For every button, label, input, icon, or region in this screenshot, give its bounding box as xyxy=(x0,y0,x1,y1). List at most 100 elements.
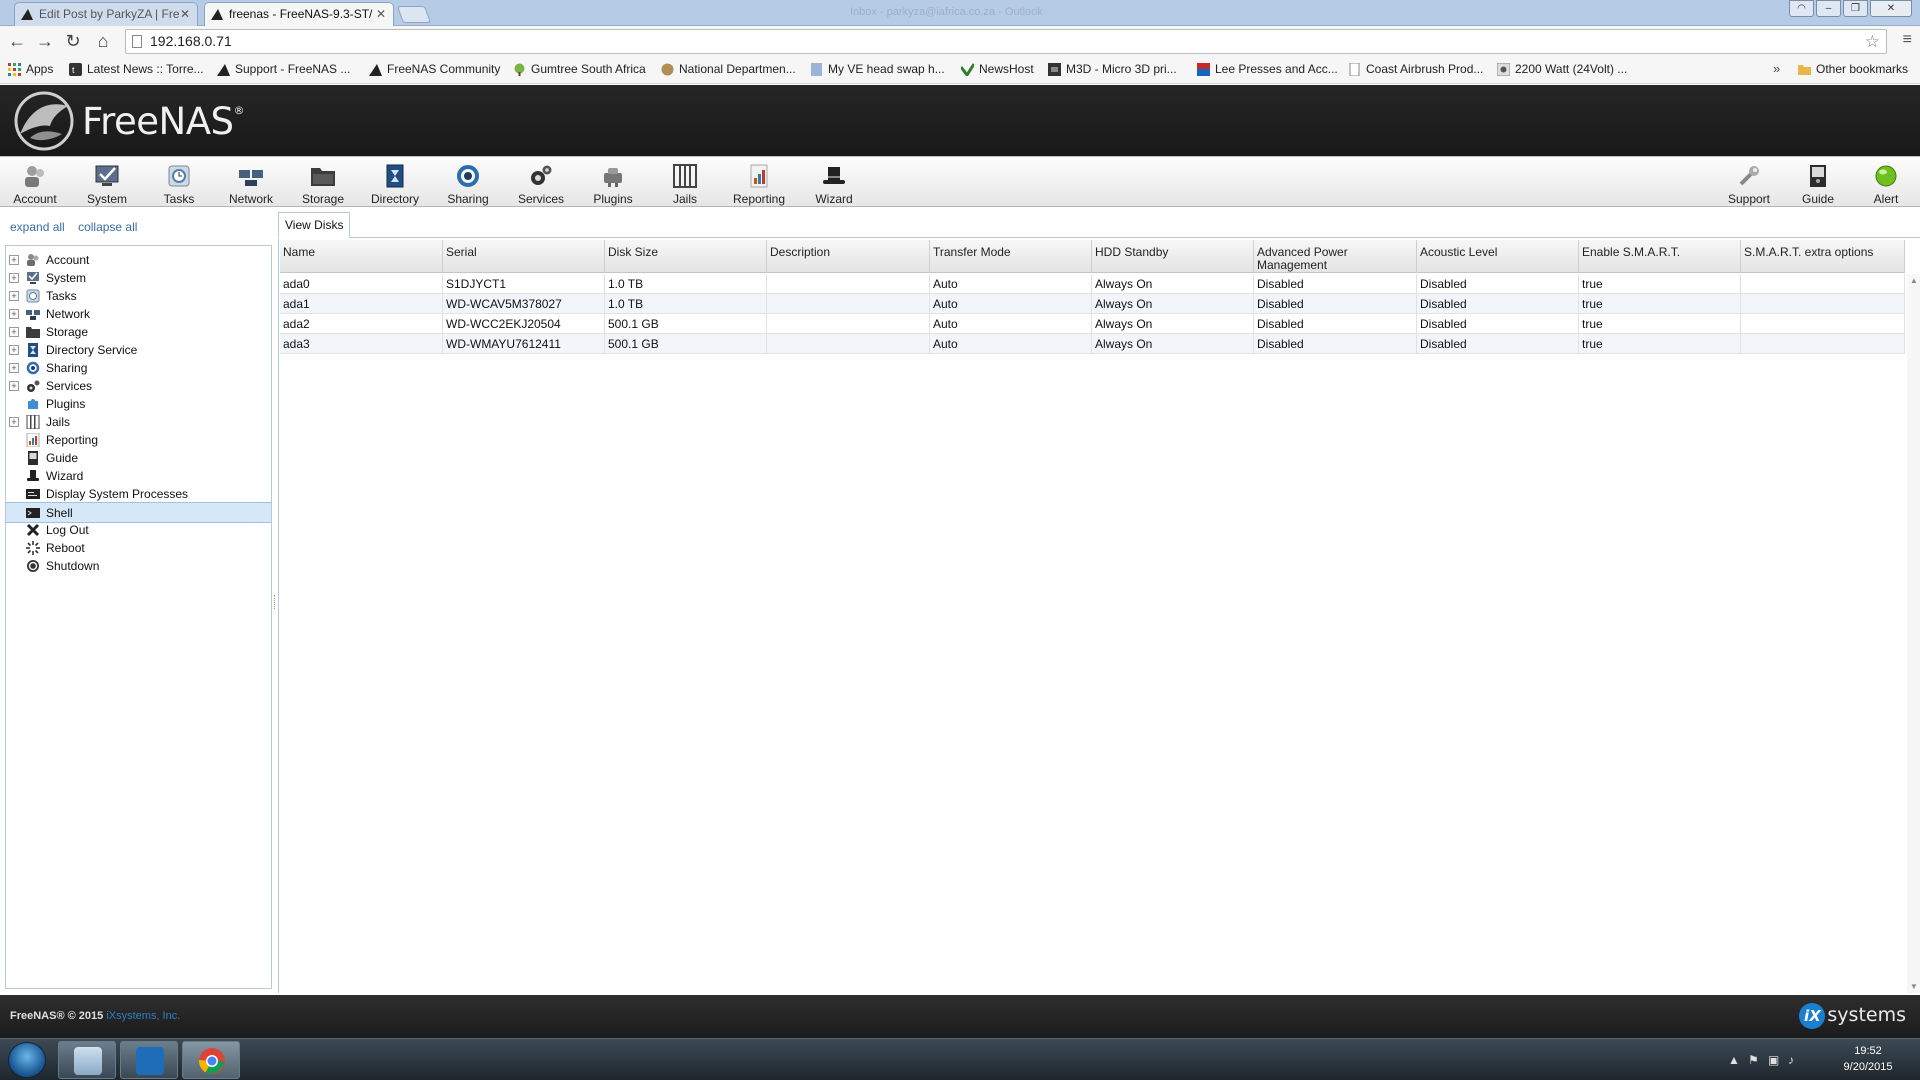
ixsystems-logo[interactable]: iX systems xyxy=(1799,1003,1906,1029)
plugins-puzzle-icon xyxy=(28,399,38,409)
table-row[interactable]: ada0 S1DJYCT1 1.0 TB Auto Always On Disa… xyxy=(280,274,1905,294)
reload-icon[interactable]: ↻ xyxy=(62,31,84,53)
tray-expand-arrow-icon[interactable]: ▲ xyxy=(1728,1053,1740,1067)
bookmark-star-icon[interactable]: ☆ xyxy=(1865,30,1880,53)
bookmark-apps[interactable]: Apps xyxy=(8,62,53,77)
expand-plus-icon[interactable]: + xyxy=(9,291,19,301)
column-header-hdd-standby[interactable]: HDD Standby xyxy=(1092,240,1254,273)
expand-plus-icon[interactable]: + xyxy=(9,417,19,427)
close-icon[interactable]: ✕ xyxy=(180,3,190,25)
bookmark-coast-airbrush[interactable]: Coast Airbrush Prod... xyxy=(1348,62,1483,77)
column-header-advanced-power-management[interactable]: Advanced Power Management xyxy=(1254,240,1417,273)
expand-plus-icon[interactable]: + xyxy=(9,309,19,319)
menu-alert[interactable]: Alert xyxy=(1851,164,1920,206)
menu-support[interactable]: Support xyxy=(1714,164,1784,206)
column-header-disk-size[interactable]: Disk Size xyxy=(605,240,767,273)
menu-label: Wizard xyxy=(815,192,853,206)
forward-arrow-icon[interactable]: → xyxy=(34,31,56,53)
bookmark-label: Lee Presses and Acc... xyxy=(1215,62,1338,76)
column-header-acoustic-level[interactable]: Acoustic Level xyxy=(1417,240,1579,273)
column-header-smart-extra-options[interactable]: S.M.A.R.T. extra options xyxy=(1741,240,1905,273)
panel-splitter-handle[interactable] xyxy=(274,595,276,609)
menu-label: System xyxy=(86,192,127,206)
menu-reporting[interactable]: Reporting xyxy=(724,164,794,206)
column-header-enable-smart[interactable]: Enable S.M.A.R.T. xyxy=(1579,240,1741,273)
scroll-up-arrow-icon[interactable]: ▲ xyxy=(1910,276,1918,285)
new-tab-button[interactable] xyxy=(396,6,432,23)
browser-tab-freenas[interactable]: freenas - FreeNAS-9.3-ST/ ✕ xyxy=(204,2,394,26)
windows-taskbar: ▲ ⚑ ▣ ♪ 19:52 9/20/2015 xyxy=(0,1038,1920,1080)
address-bar[interactable]: 192.168.0.71 ☆ xyxy=(125,29,1887,54)
cell-hdd-standby: Always On xyxy=(1092,294,1254,314)
close-icon[interactable]: ✕ xyxy=(376,3,386,25)
menu-storage[interactable]: Storage xyxy=(288,164,358,206)
volume-icon[interactable]: ♪ xyxy=(1788,1053,1794,1067)
windows-start-icon[interactable] xyxy=(8,1042,46,1078)
expand-plus-icon[interactable]: + xyxy=(9,327,19,337)
table-scrollbar[interactable]: ▲ ▼ xyxy=(1907,274,1920,993)
menu-sharing[interactable]: Sharing xyxy=(433,164,503,206)
table-row[interactable]: ada1 WD-WCAV5M378027 1.0 TB Auto Always … xyxy=(280,294,1905,314)
bookmark-lee-presses[interactable]: Lee Presses and Acc... xyxy=(1197,62,1338,77)
bookmark-national-department[interactable]: National Departmen... xyxy=(661,62,796,77)
restore-icon[interactable]: ❐ xyxy=(1843,0,1868,17)
menu-account[interactable]: Account xyxy=(0,164,70,206)
menu-network[interactable]: Network xyxy=(216,164,286,206)
taskbar-app-chrome[interactable] xyxy=(182,1041,240,1079)
gumtree-icon xyxy=(514,63,525,76)
bookmark-newshost[interactable]: NewsHost xyxy=(961,62,1034,77)
account-icon xyxy=(27,254,39,266)
minimize-icon[interactable]: – xyxy=(1816,0,1841,17)
bookmark-gumtree[interactable]: Gumtree South Africa xyxy=(513,62,646,77)
expand-plus-icon[interactable]: + xyxy=(9,345,19,355)
bookmark-m3d[interactable]: M3D - Micro 3D pri... xyxy=(1048,62,1177,77)
bookmark-2200-watt[interactable]: 2200 Watt (24Volt) ... xyxy=(1497,62,1627,77)
directory-icon xyxy=(28,343,38,357)
expand-plus-icon[interactable]: + xyxy=(9,381,19,391)
back-arrow-icon[interactable]: ← xyxy=(6,31,28,53)
taskbar-app-weather[interactable] xyxy=(58,1041,116,1079)
bookmark-freenas-support[interactable]: Support - FreeNAS ... xyxy=(217,62,350,77)
bookmark-ve-head-swap[interactable]: My VE head swap h... xyxy=(810,62,945,77)
chrome-menu-icon[interactable]: ≡ xyxy=(1903,31,1912,49)
profile-icon[interactable]: ◠ xyxy=(1789,0,1814,17)
bookmark-freenas-community[interactable]: FreeNAS Community xyxy=(369,62,500,77)
wizard-hat-icon xyxy=(823,167,845,184)
url-text[interactable]: 192.168.0.71 xyxy=(150,30,232,53)
scroll-down-arrow-icon[interactable]: ▼ xyxy=(1910,982,1918,991)
bookmarks-overflow-button[interactable]: » xyxy=(1773,61,1780,76)
menu-label: Support xyxy=(1727,192,1771,206)
expand-all-link[interactable]: expand all xyxy=(10,220,65,234)
menu-system[interactable]: System xyxy=(72,164,142,206)
menu-services[interactable]: Services xyxy=(506,164,576,206)
tab-view-disks[interactable]: View Disks xyxy=(278,212,351,238)
collapse-all-link[interactable]: collapse all xyxy=(78,220,137,234)
menu-guide[interactable]: Guide xyxy=(1783,164,1853,206)
bookmark-torrent-news[interactable]: t Latest News :: Torre... xyxy=(69,62,204,77)
column-header-description[interactable]: Description xyxy=(767,240,930,273)
column-header-serial[interactable]: Serial xyxy=(443,240,605,273)
menu-wizard[interactable]: Wizard xyxy=(799,164,869,206)
network-tray-icon[interactable]: ▣ xyxy=(1768,1053,1779,1067)
column-header-transfer-mode[interactable]: Transfer Mode xyxy=(930,240,1092,273)
bookmark-other-bookmarks[interactable]: Other bookmarks xyxy=(1798,62,1908,77)
column-header-name[interactable]: Name xyxy=(280,240,443,273)
expand-plus-icon[interactable]: + xyxy=(9,363,19,373)
menu-directory[interactable]: Directory xyxy=(360,164,430,206)
taskbar-clock[interactable]: 19:52 9/20/2015 xyxy=(1838,1043,1898,1075)
company-link[interactable]: iXsystems, Inc. xyxy=(106,1010,180,1022)
menu-jails[interactable]: Jails xyxy=(650,164,720,206)
home-icon[interactable]: ⌂ xyxy=(92,31,114,53)
action-center-flag-icon[interactable]: ⚑ xyxy=(1748,1053,1759,1067)
table-row[interactable]: ada3 WD-WMAYU7612411 500.1 GB Auto Alway… xyxy=(280,334,1905,354)
expand-plus-icon[interactable]: + xyxy=(9,255,19,265)
menu-tasks[interactable]: Tasks xyxy=(144,164,214,206)
taskbar-app-outlook[interactable] xyxy=(120,1041,178,1079)
tree-item-shutdown[interactable]: Shutdown xyxy=(6,556,271,577)
menu-plugins[interactable]: Plugins xyxy=(578,164,648,206)
table-row[interactable]: ada2 WD-WCC2EKJ20504 500.1 GB Auto Alway… xyxy=(280,314,1905,334)
network-icon xyxy=(239,170,263,186)
browser-tab-edit-post[interactable]: Edit Post by ParkyZA | Fre ✕ xyxy=(14,2,198,26)
expand-plus-icon[interactable]: + xyxy=(9,273,19,283)
close-window-icon[interactable]: ✕ xyxy=(1870,0,1912,17)
